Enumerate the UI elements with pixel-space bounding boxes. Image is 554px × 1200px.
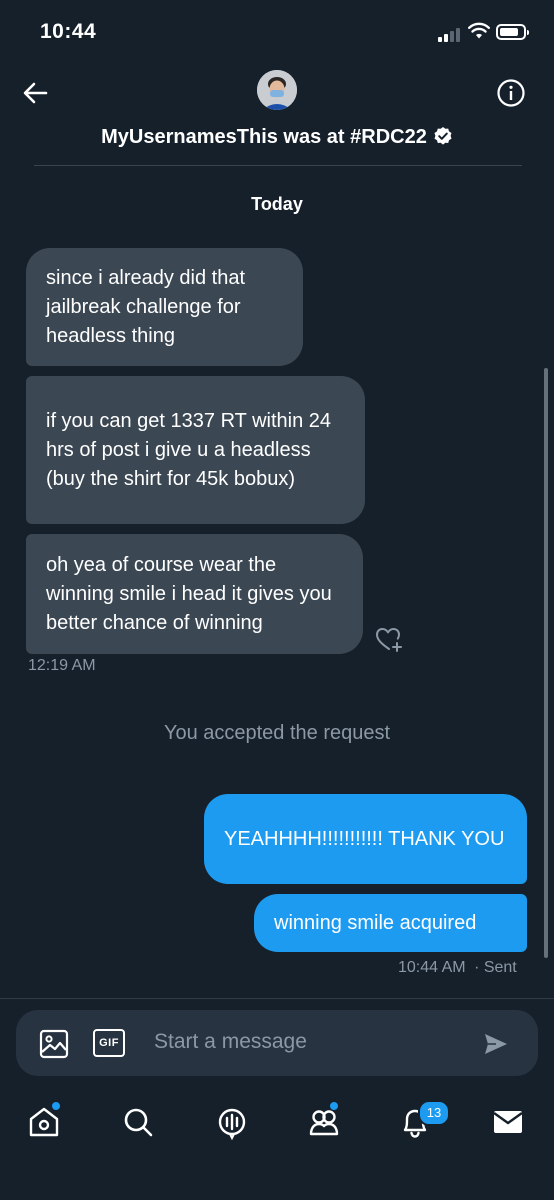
send-icon[interactable] (482, 1030, 510, 1058)
message-text: since i already did that jailbreak chall… (46, 266, 246, 347)
incoming-message[interactable]: if you can get 1337 RT within 24 hrs of … (26, 376, 365, 524)
home-notification-dot (51, 1101, 61, 1111)
incoming-message[interactable]: since i already did that jailbreak chall… (26, 248, 303, 366)
wifi-icon (468, 22, 490, 39)
message-text: oh yea of course wear the winning smile … (46, 553, 332, 634)
status-time: 10:44 (40, 20, 97, 43)
date-separator: Today (251, 194, 303, 214)
notifications-badge: 13 (418, 1100, 450, 1126)
header-divider (34, 165, 522, 166)
conversation-name: MyUsernamesThis was at #RDC22 (101, 126, 427, 148)
messages-envelope-icon[interactable] (486, 1100, 530, 1144)
message-text: if you can get 1337 RT within 24 hrs of … (46, 409, 331, 490)
scrollbar[interactable] (544, 368, 548, 958)
communities-notification-dot (329, 1101, 339, 1111)
gif-label: GIF (99, 1037, 119, 1049)
image-icon[interactable] (38, 1028, 70, 1060)
gif-button[interactable]: GIF (93, 1029, 125, 1057)
back-arrow-icon[interactable] (20, 78, 50, 108)
sent-time: 10:44 AM (398, 959, 466, 976)
system-note: You accepted the request (163, 722, 391, 744)
search-icon[interactable] (116, 1100, 160, 1144)
cellular-signal-icon (438, 26, 462, 42)
battery-icon (496, 24, 529, 40)
outgoing-message[interactable]: YEAHHHH!!!!!!!!!!! THANK YOU (204, 794, 527, 884)
message-text: winning smile acquired (274, 911, 477, 934)
incoming-message[interactable]: oh yea of course wear the winning smile … (26, 534, 363, 654)
composer-divider (0, 998, 554, 999)
add-reaction-heart-icon[interactable] (374, 624, 406, 656)
received-timestamp: 12:19 AM (28, 657, 96, 674)
avatar[interactable] (257, 70, 297, 110)
sent-timestamp: 10:44 AM · Sent (398, 959, 517, 977)
communities-icon[interactable] (302, 1100, 346, 1144)
info-icon[interactable] (496, 78, 526, 108)
conversation-title[interactable]: MyUsernamesThis was at #RDC22 (0, 126, 554, 149)
spaces-icon[interactable] (210, 1100, 254, 1144)
outgoing-message[interactable]: winning smile acquired (254, 894, 527, 952)
sent-status: · Sent (474, 959, 517, 976)
verified-badge-icon (434, 127, 452, 145)
message-input[interactable] (150, 1022, 478, 1062)
message-text: YEAHHHH!!!!!!!!!!! THANK YOU (224, 827, 505, 850)
